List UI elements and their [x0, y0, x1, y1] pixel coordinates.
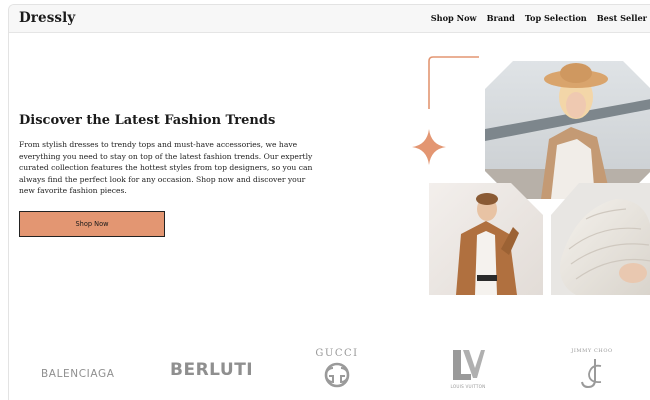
main-nav: Shop Now Brand Top Selection Best Seller: [431, 13, 647, 23]
logo-gucci[interactable]: GUCCI: [309, 348, 365, 390]
logo-berluti[interactable]: BERLUTI: [170, 360, 253, 380]
sparkle-icon: [412, 129, 446, 165]
frame-accent-line: [428, 56, 479, 109]
gucci-wordmark: GUCCI: [315, 348, 359, 359]
gucci-gg-icon: [324, 362, 350, 388]
lv-wordmark: LOUIS VUITTON: [450, 384, 486, 389]
brand-logos-row: BALENCIAGA BERLUTI GUCCI LOUIS VUITTON J…: [9, 340, 650, 400]
model-coat-image: [429, 183, 543, 295]
knit-sweater-image: [551, 183, 650, 295]
jimmy-choo-wordmark: JIMMY CHOO: [571, 348, 613, 354]
nav-top-selection[interactable]: Top Selection: [525, 13, 587, 23]
nav-best-seller[interactable]: Best Seller: [597, 13, 647, 23]
nav-shop-now[interactable]: Shop Now: [431, 13, 477, 23]
logo-balenciaga[interactable]: BALENCIAGA: [41, 368, 114, 380]
shop-now-button[interactable]: Shop Now: [19, 211, 165, 237]
logo-louis-vuitton[interactable]: LOUIS VUITTON: [443, 348, 493, 389]
jc-monogram-icon: [581, 359, 602, 389]
lv-monogram-icon: [453, 350, 485, 380]
hero-gallery: [412, 56, 650, 295]
hero-description: From stylish dresses to trendy tops and …: [19, 140, 313, 196]
brand-logo[interactable]: Dressly: [19, 10, 75, 26]
logo-jimmy-choo[interactable]: JIMMY CHOO: [567, 348, 617, 392]
page-frame: Dressly Shop Now Brand Top Selection Bes…: [8, 4, 650, 400]
top-navbar: Dressly Shop Now Brand Top Selection Bes…: [9, 5, 650, 33]
hero-title: Discover the Latest Fashion Trends: [19, 113, 276, 128]
nav-brand[interactable]: Brand: [487, 13, 515, 23]
model-hat-image: [485, 61, 650, 199]
